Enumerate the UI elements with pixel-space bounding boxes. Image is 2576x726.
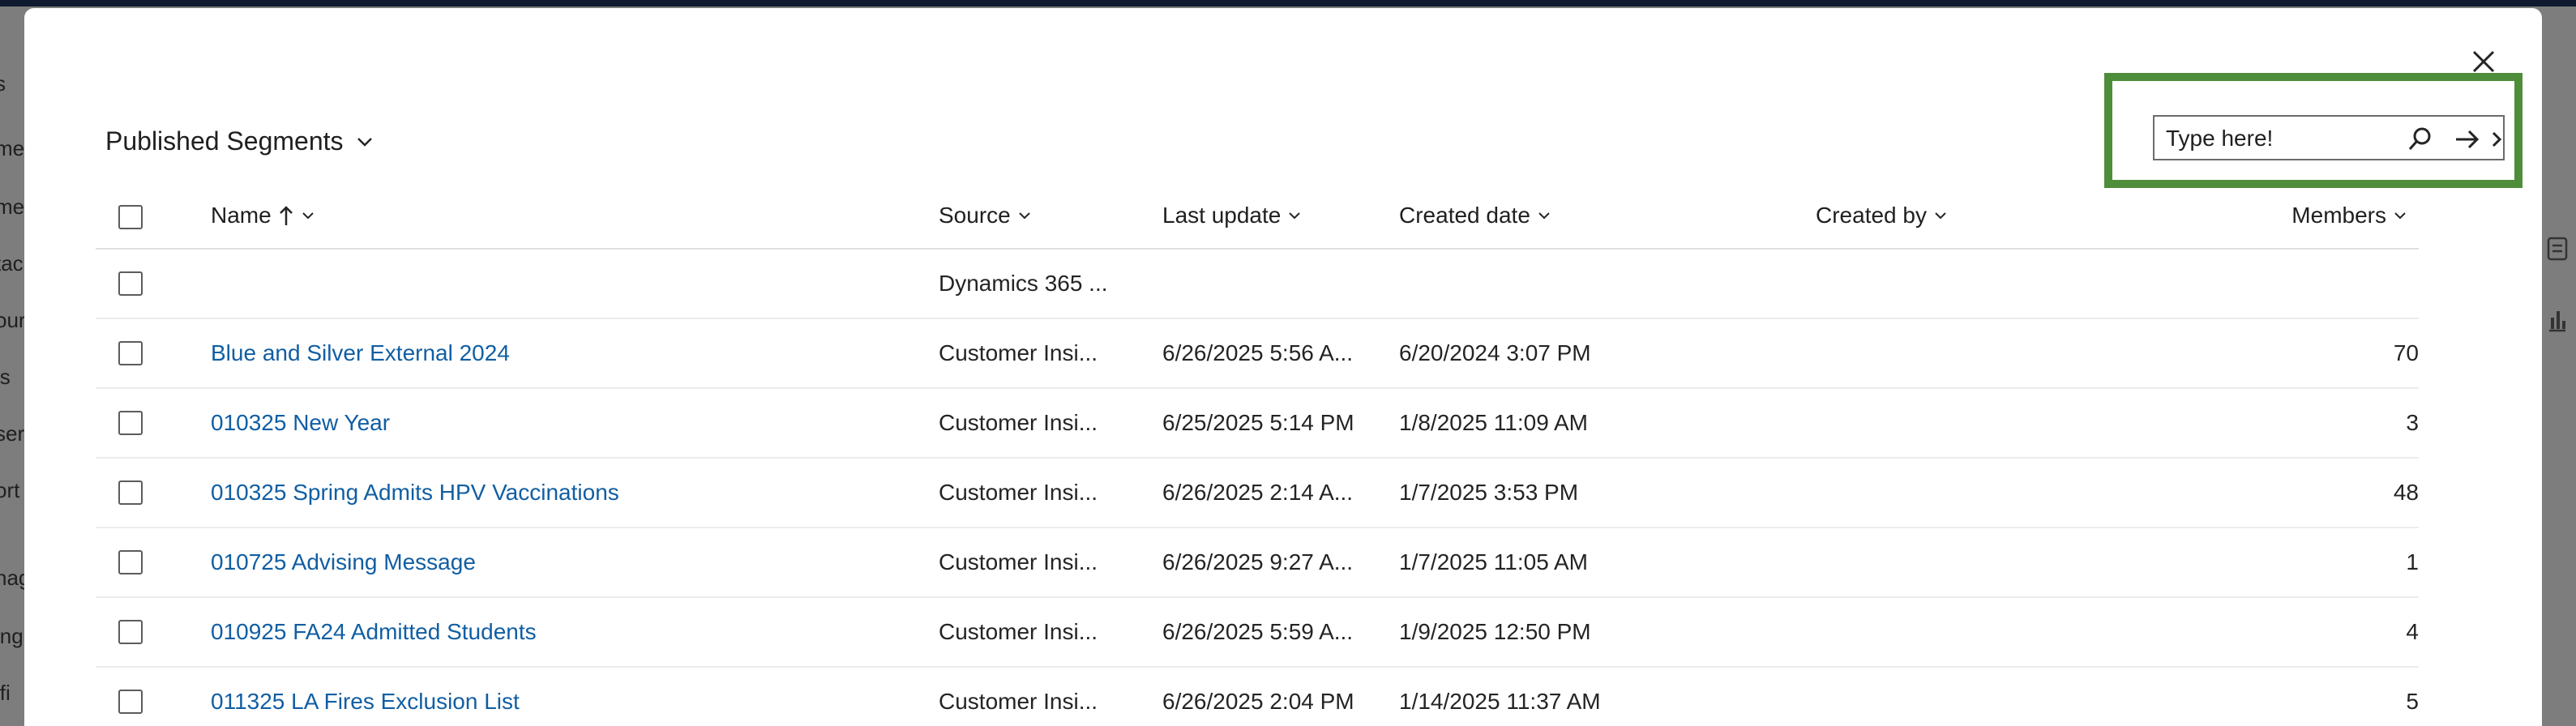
bg-nav-fragment: s: [0, 71, 6, 96]
chevron-right-icon[interactable]: [2490, 125, 2503, 154]
column-header-created-date[interactable]: Created date: [1399, 183, 1551, 248]
bg-nav-fragment: ls: [0, 365, 11, 389]
background-right-rail: [2537, 6, 2576, 726]
chevron-down-icon: [2394, 212, 2406, 220]
bg-nav-fragment: nag: [0, 566, 26, 590]
created-date-cell: 1/9/2025 12:50 PM: [1399, 619, 1591, 644]
search-box: [2153, 115, 2505, 160]
chevron-down-icon: [1935, 212, 1946, 220]
table-header: Name Source Last update Created date Cre…: [96, 183, 2419, 250]
last-update-cell: 6/26/2025 5:56 A...: [1162, 340, 1354, 365]
table-row[interactable]: 011325 LA Fires Exclusion List Customer …: [96, 668, 2419, 726]
last-update-cell: 6/26/2025 2:04 PM: [1162, 689, 1354, 714]
column-header-name[interactable]: Name: [211, 183, 315, 248]
members-cell: 3: [2406, 410, 2419, 435]
source-cell: Customer Insi...: [939, 340, 1098, 365]
last-update-cell: 6/25/2025 5:14 PM: [1162, 410, 1354, 435]
bg-nav-fragment: me: [0, 194, 25, 219]
column-header-last-update[interactable]: Last update: [1162, 183, 1302, 248]
sort-ascending-icon: [279, 206, 293, 225]
row-checkbox[interactable]: [118, 480, 143, 505]
chevron-down-icon: [1538, 212, 1550, 220]
table-row[interactable]: 010925 FA24 Admitted Students Customer I…: [96, 598, 2419, 668]
chevron-down-icon: [302, 212, 314, 220]
created-date-cell: 1/8/2025 11:09 AM: [1399, 410, 1588, 435]
created-date-cell: 1/7/2025 11:05 AM: [1399, 549, 1588, 574]
last-update-cell: 6/26/2025 9:27 A...: [1162, 549, 1354, 574]
published-segments-dialog: Published Segments Name: [24, 8, 2542, 726]
bg-nav-fragment: ort: [0, 478, 20, 502]
segment-name-link[interactable]: 011325 LA Fires Exclusion List: [211, 668, 520, 726]
search-input[interactable]: [2164, 120, 2403, 157]
row-checkbox[interactable]: [118, 690, 143, 714]
last-update-cell: 6/26/2025 2:14 A...: [1162, 480, 1354, 505]
segment-name-link[interactable]: 010325 Spring Admits HPV Vaccinations: [211, 459, 619, 527]
segment-name-link[interactable]: 010925 FA24 Admitted Students: [211, 598, 537, 666]
members-cell: 70: [2393, 340, 2419, 365]
table-row[interactable]: 010325 New Year Customer Insi... 6/25/20…: [96, 389, 2419, 459]
row-checkbox[interactable]: [118, 411, 143, 435]
bg-nav-fragment: ing: [0, 624, 24, 648]
bg-nav-fragment: tac: [0, 251, 24, 275]
source-cell: Dynamics 365 ...: [939, 271, 1108, 296]
chart-icon: [2549, 311, 2565, 332]
created-date-cell: 1/14/2025 11:37 AM: [1399, 689, 1601, 714]
source-cell: Customer Insi...: [939, 549, 1098, 574]
top-bar: [0, 0, 2576, 6]
source-cell: Customer Insi...: [939, 480, 1098, 505]
created-date-cell: 1/7/2025 3:53 PM: [1399, 480, 1579, 505]
members-cell: 4: [2406, 619, 2419, 644]
bg-nav-fragment: our: [0, 308, 26, 332]
members-cell: 5: [2406, 689, 2419, 714]
table-row[interactable]: Blue and Silver External 2024 Customer I…: [96, 319, 2419, 389]
table-row[interactable]: 010325 Spring Admits HPV Vaccinations Cu…: [96, 459, 2419, 528]
row-checkbox[interactable]: [118, 550, 143, 574]
search-icon[interactable]: [2406, 125, 2435, 154]
chevron-down-icon: [1019, 212, 1030, 220]
ticket-icon: [2547, 237, 2568, 261]
segments-table: Name Source Last update Created date Cre…: [96, 183, 2419, 726]
segment-name-link[interactable]: 010725 Advising Message: [211, 528, 476, 596]
bg-nav-fragment: me: [0, 136, 25, 160]
source-cell: Customer Insi...: [939, 619, 1098, 644]
column-header-members[interactable]: Members: [2291, 183, 2407, 248]
source-cell: Customer Insi...: [939, 410, 1098, 435]
members-cell: 48: [2393, 480, 2419, 505]
column-header-created-by[interactable]: Created by: [1816, 183, 1948, 248]
row-checkbox[interactable]: [118, 620, 143, 644]
created-date-cell: 6/20/2024 3:07 PM: [1399, 340, 1591, 365]
segment-name-link[interactable]: Blue and Silver External 2024: [211, 319, 510, 387]
select-all-checkbox[interactable]: [118, 205, 143, 229]
background-sidebar: s me me tac our ls ser ort nag ing ifi: [0, 6, 26, 726]
bg-nav-fragment: ifi: [0, 681, 11, 705]
row-checkbox[interactable]: [118, 271, 143, 296]
chevron-down-icon: [357, 137, 372, 147]
arrow-right-icon[interactable]: [2453, 125, 2482, 154]
segment-name-link[interactable]: 010325 New Year: [211, 389, 390, 457]
table-row[interactable]: 010725 Advising Message Customer Insi...…: [96, 528, 2419, 598]
last-update-cell: 6/26/2025 5:59 A...: [1162, 619, 1354, 644]
bg-nav-fragment: ser: [0, 421, 25, 446]
segments-view-selector[interactable]: Published Segments: [105, 126, 374, 156]
column-header-source[interactable]: Source: [939, 183, 1032, 248]
chevron-down-icon: [1289, 212, 1301, 220]
source-cell: Customer Insi...: [939, 689, 1098, 714]
members-cell: 1: [2406, 549, 2419, 574]
table-row[interactable]: Dynamics 365 ...: [96, 250, 2419, 319]
page-title: Published Segments: [105, 126, 344, 156]
row-checkbox[interactable]: [118, 341, 143, 365]
